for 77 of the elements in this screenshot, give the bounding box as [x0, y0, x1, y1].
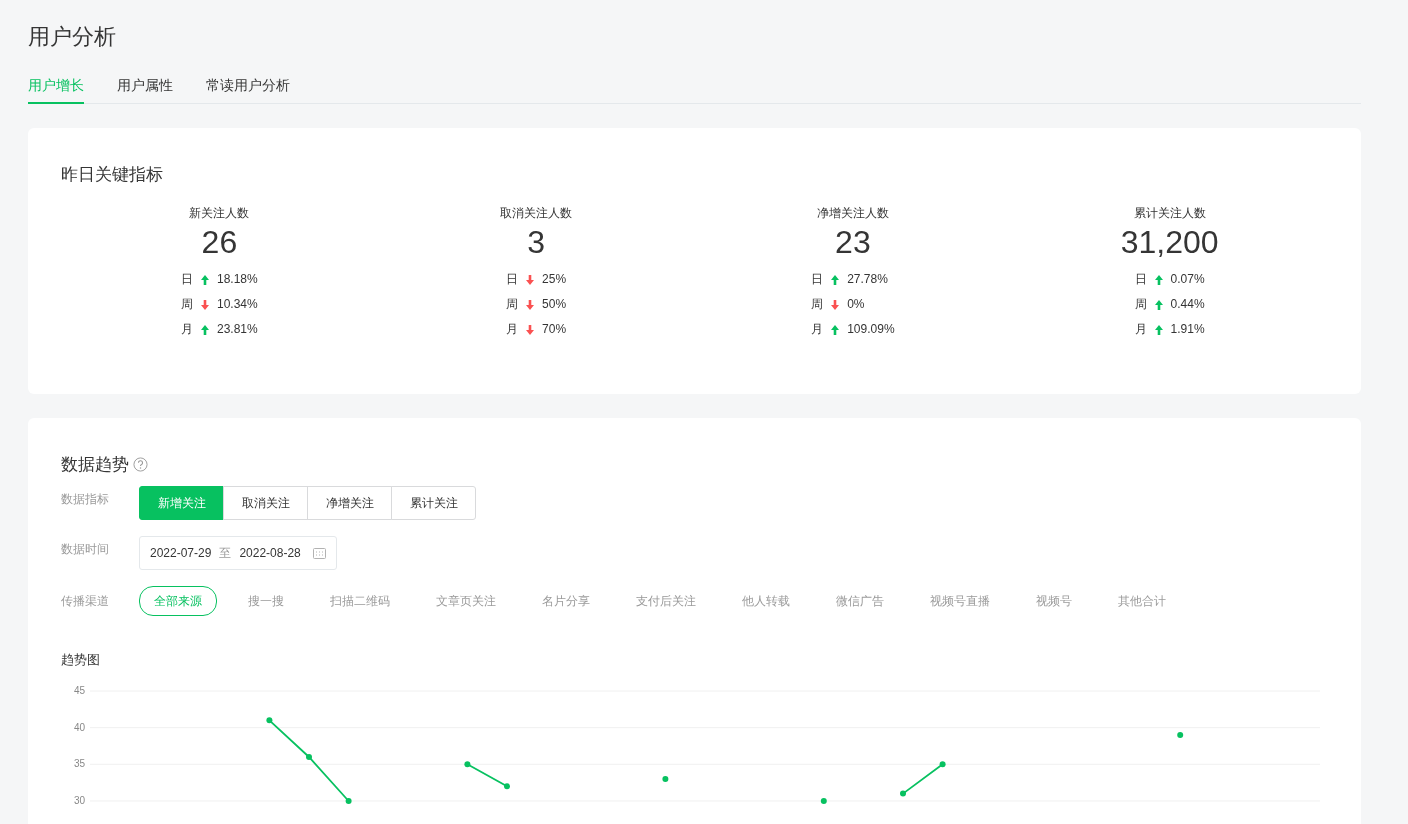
indicator-button[interactable]: 净增关注	[307, 485, 392, 520]
metric-label: 取消关注人数	[499, 204, 574, 222]
period-label: 日	[811, 271, 824, 289]
chart-title: 趋势图	[61, 650, 101, 669]
page-title: 用户分析	[28, 23, 117, 51]
calendar-icon	[312, 546, 326, 559]
axis-tick-label: 45	[73, 685, 85, 696]
change-percent: 18.18%	[217, 271, 258, 289]
channel-tab[interactable]: 文章页关注	[421, 585, 511, 616]
change-percent: 23.81%	[217, 321, 258, 339]
channel-tab[interactable]: 名片分享	[527, 585, 605, 616]
section-title: 昨日关键指标	[61, 164, 164, 186]
channel-tab[interactable]: 其他合计	[1103, 585, 1181, 616]
channel-tab[interactable]: 视频号直播	[915, 585, 1005, 616]
axis-tick-label: 30	[73, 794, 85, 806]
channel-tab[interactable]: 扫描二维码	[315, 585, 405, 616]
data-point[interactable]	[662, 775, 669, 782]
period-label: 周	[506, 296, 519, 314]
channel-tab[interactable]: 微信广告	[821, 585, 899, 616]
period-label: 日	[181, 271, 193, 289]
channel-tab[interactable]: 搜一搜	[233, 585, 299, 616]
metric-value: 23	[834, 222, 872, 262]
metric-label: 新关注人数	[188, 204, 251, 222]
change-percent: 25%	[542, 271, 567, 289]
data-point[interactable]	[939, 761, 946, 768]
change-percent: 109.09%	[847, 321, 895, 339]
data-point[interactable]	[900, 790, 906, 797]
change-percent: 27.78%	[847, 271, 888, 289]
change-percent: 0%	[847, 296, 865, 314]
period-label: 周	[181, 296, 193, 314]
channel-tab[interactable]: 支付后关注	[621, 585, 711, 616]
period-label: 月	[1134, 321, 1147, 339]
tab[interactable]: 用户增长	[28, 75, 84, 104]
period-label: 日	[1134, 271, 1147, 289]
metric-label: 净增关注人数	[815, 204, 890, 222]
date-range-field[interactable]: 2022-07-29 至 2022-08-28	[139, 535, 337, 570]
period-label: 月	[506, 321, 519, 339]
channel-tab[interactable]: 他人转载	[727, 585, 805, 616]
change-percent: 0.44%	[1170, 296, 1205, 314]
period-label: 月	[811, 321, 824, 339]
data-point[interactable]	[266, 717, 273, 724]
indicator-button[interactable]: 累计关注	[391, 485, 476, 520]
tab[interactable]: 用户属性	[117, 75, 173, 104]
date-separator: 至	[219, 544, 232, 562]
axis-tick-label: 35	[73, 758, 85, 770]
indicator-button[interactable]: 新增关注	[139, 485, 224, 520]
help-icon[interactable]	[133, 457, 148, 473]
change-percent: 70%	[542, 321, 567, 339]
date-text: 2022-08-28	[239, 544, 301, 562]
period-label: 日	[506, 271, 519, 289]
filter-label: 传播渠道	[61, 592, 110, 610]
indicator-button[interactable]: 取消关注	[223, 485, 308, 520]
section-title: 数据趋势	[61, 454, 129, 476]
data-point[interactable]	[504, 783, 510, 790]
channel-tab[interactable]: 视频号	[1021, 585, 1087, 616]
metric-value: 31,200	[1119, 222, 1220, 262]
filter-label: 数据指标	[61, 490, 110, 508]
period-label: 周	[811, 296, 824, 314]
metric-value: 3	[526, 222, 546, 262]
data-point[interactable]	[820, 797, 827, 804]
period-label: 月	[181, 321, 193, 339]
metric-value: 26	[200, 222, 239, 262]
date-text: 2022-07-29	[150, 544, 212, 562]
change-percent: 0.07%	[1170, 271, 1205, 289]
change-percent: 50%	[542, 296, 567, 314]
channel-tab[interactable]: 全部来源	[139, 585, 217, 616]
metric-label: 累计关注人数	[1132, 204, 1207, 222]
change-percent: 1.91%	[1170, 321, 1205, 339]
data-point[interactable]	[1177, 732, 1184, 738]
data-point[interactable]	[306, 753, 312, 760]
period-label: 周	[1134, 296, 1147, 314]
data-point[interactable]	[464, 761, 471, 768]
tab[interactable]: 常读用户分析	[206, 75, 290, 104]
change-percent: 10.34%	[217, 296, 258, 314]
data-point[interactable]	[345, 797, 352, 804]
filter-label: 数据时间	[61, 540, 110, 558]
axis-tick-label: 40	[73, 721, 85, 733]
